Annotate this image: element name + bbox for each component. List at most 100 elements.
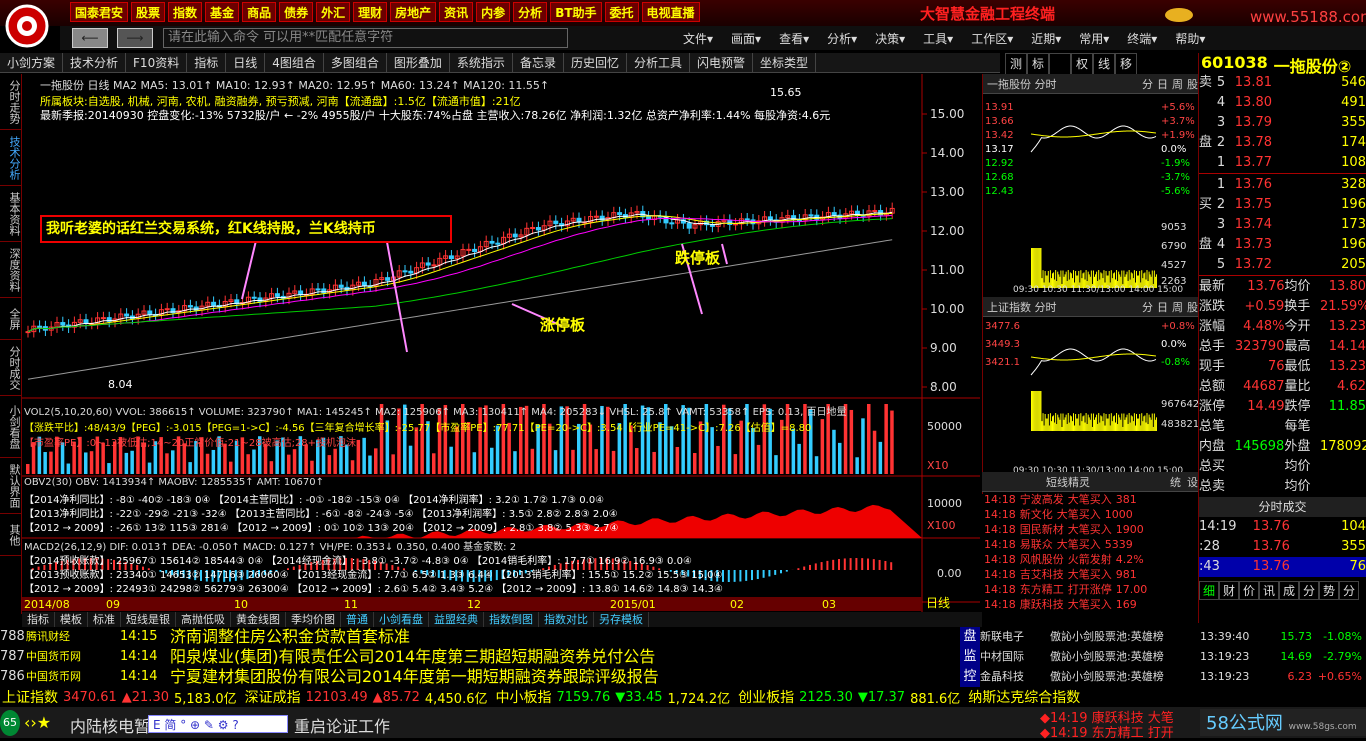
template-tab[interactable]: 季均价图 xyxy=(286,612,341,627)
order-book-row[interactable]: 113.76328 xyxy=(1199,175,1366,195)
app-logo-icon[interactable] xyxy=(2,2,60,48)
order-book-row[interactable]: 买213.75196 xyxy=(1199,195,1366,215)
index-name[interactable]: 深证成指 xyxy=(245,687,301,707)
rail-item[interactable]: 分时走势 xyxy=(0,74,22,130)
index-name[interactable]: 创业板指 xyxy=(738,687,794,707)
template-tab[interactable]: 黄金线图 xyxy=(231,612,286,627)
top-menu-item[interactable]: 电视直播 xyxy=(642,2,700,22)
short-spirit-row[interactable]: 14:18风帆股份火箭发射4.2% xyxy=(982,552,1198,567)
template-tab[interactable]: 普通 xyxy=(341,612,374,627)
mini-tab[interactable]: 股 xyxy=(1187,76,1198,92)
order-book-row[interactable]: 413.80491 xyxy=(1199,93,1366,113)
mini-tab[interactable]: 周 xyxy=(1172,76,1183,92)
top-menu-item[interactable]: 国泰君安 xyxy=(70,2,128,22)
mini-tab[interactable]: 分 xyxy=(1142,299,1153,315)
top-menu-item[interactable]: 指数 xyxy=(168,2,202,22)
short-spirit-row[interactable]: 14:18东方精工打开涨停17.00 xyxy=(982,582,1198,597)
toolbar-item[interactable]: 坐标类型 xyxy=(753,53,816,72)
monitor-side[interactable]: 控 xyxy=(960,667,980,687)
rail-item[interactable]: 基本资料 xyxy=(0,186,22,242)
right-toolbar-item[interactable]: 线 xyxy=(1093,53,1115,75)
toolbar-item[interactable]: 图形叠加 xyxy=(387,53,450,72)
monitor-side[interactable]: 监 xyxy=(960,647,980,667)
template-tab[interactable]: 模板 xyxy=(55,612,88,627)
short-spirit-tab[interactable]: 统 xyxy=(1170,474,1181,490)
toolbar-item[interactable]: 闪电预警 xyxy=(690,53,753,72)
order-book-row[interactable]: 卖513.81546 xyxy=(1199,73,1366,93)
right-toolbar-item[interactable] xyxy=(1049,53,1071,75)
short-spirit-row[interactable]: 14:18国民新材大笔买入1900 xyxy=(982,522,1198,537)
short-spirit-row[interactable]: 14:18易联众大笔买入5339 xyxy=(982,537,1198,552)
toolbar-item[interactable]: 分析工具 xyxy=(627,53,690,72)
top-menu-item[interactable]: 外汇 xyxy=(316,2,350,22)
rail-item[interactable]: 全屏 xyxy=(0,298,22,340)
top-menu-item[interactable]: 债券 xyxy=(279,2,313,22)
rail-item[interactable]: 默认界面 xyxy=(0,458,22,514)
rail-item[interactable]: 分时成交 xyxy=(0,340,22,396)
mini-tab[interactable]: 周 xyxy=(1172,299,1183,315)
menu-item[interactable]: 工具▾ xyxy=(923,30,953,47)
menu-item[interactable]: 近期▾ xyxy=(1031,30,1061,47)
stock-intraday-chart[interactable]: 13.9113.6613.4213.1712.9212.6812.43+5.6%… xyxy=(983,94,1199,294)
index-intraday-chart[interactable]: 3477.63449.33421.1+0.8%0.0%-0.8%96764248… xyxy=(983,317,1199,475)
toolbar-item[interactable]: 备忘录 xyxy=(513,53,564,72)
quote-tab[interactable]: 财 xyxy=(1219,581,1239,600)
top-menu-item[interactable]: 基金 xyxy=(205,2,239,22)
index-name[interactable]: 上证指数 xyxy=(2,687,58,707)
top-menu-item[interactable]: 委托 xyxy=(605,2,639,22)
quote-tab[interactable]: 细 xyxy=(1199,581,1219,600)
menu-item[interactable]: 帮助▾ xyxy=(1175,30,1205,47)
template-tab[interactable]: 指标 xyxy=(22,612,55,627)
menu-item[interactable]: 常用▾ xyxy=(1079,30,1109,47)
top-menu-item[interactable]: 房地产 xyxy=(390,2,436,22)
scroll-news[interactable]: 内陆核电暂 xyxy=(70,713,150,737)
index-name[interactable]: 中小板指 xyxy=(495,687,551,707)
command-input[interactable]: 请在此输入命令 可以用**匹配任意字符 xyxy=(163,28,568,48)
quote-tab[interactable]: 分 xyxy=(1299,581,1319,600)
order-book-row[interactable]: 313.79355 xyxy=(1199,113,1366,133)
template-tab[interactable]: 小剑看盘 xyxy=(374,612,429,627)
quote-tab[interactable]: 成 xyxy=(1279,581,1299,600)
mini-tab[interactable]: 分 xyxy=(1142,76,1153,92)
quote-tab[interactable]: 分 xyxy=(1339,581,1359,600)
news-row[interactable]: 786中国货币网14:14宁夏建材集团股份有限公司2014年度第一期短期融资券跟… xyxy=(0,667,1366,687)
right-toolbar-item[interactable]: 标 xyxy=(1027,53,1049,75)
news-row[interactable]: 788腾讯财经14:15济南调整住房公积金贷款首套标准盘新联电子傲訫小剑股票池:… xyxy=(0,627,1366,647)
menu-item[interactable]: 分析▾ xyxy=(827,30,857,47)
rail-item[interactable]: 深度资料 xyxy=(0,242,22,298)
template-tab[interactable]: 高抛低吸 xyxy=(176,612,231,627)
right-toolbar-item[interactable]: 测 xyxy=(1005,53,1027,75)
top-menu-item[interactable]: 商品 xyxy=(242,2,276,22)
top-menu-item[interactable]: 内参 xyxy=(476,2,510,22)
top-menu-item[interactable]: 资讯 xyxy=(439,2,473,22)
toolbar-item[interactable]: 系统指示 xyxy=(450,53,513,72)
rail-item[interactable]: 其他 xyxy=(0,514,22,556)
monitor-side[interactable]: 盘 xyxy=(960,627,980,647)
back-button[interactable]: ⟵ xyxy=(72,28,108,48)
order-book-row[interactable]: 113.77108 xyxy=(1199,153,1366,173)
order-book-row[interactable]: 313.74173 xyxy=(1199,215,1366,235)
mini-tab[interactable]: 股 xyxy=(1187,299,1198,315)
menu-item[interactable]: 决策▾ xyxy=(875,30,905,47)
menu-item[interactable]: 终端▾ xyxy=(1127,30,1157,47)
quote-tab[interactable]: 价 xyxy=(1239,581,1259,600)
right-toolbar-item[interactable]: 权 xyxy=(1071,53,1093,75)
toolbar-item[interactable]: 日线 xyxy=(226,53,265,72)
menu-item[interactable]: 文件▾ xyxy=(683,30,713,47)
quote-tab[interactable]: 讯 xyxy=(1259,581,1279,600)
short-spirit-row[interactable]: 14:18康跃科技大笔买入169 xyxy=(982,597,1198,612)
rail-item[interactable]: 小剑看盘 xyxy=(0,396,22,458)
top-menu-item[interactable]: 理财 xyxy=(353,2,387,22)
toolbar-item[interactable]: 4图组合 xyxy=(265,53,324,72)
forward-button[interactable]: ⟶ xyxy=(117,28,153,48)
ime-toolbar[interactable]: E 简 ° ⊕ ✎ ⚙ ? xyxy=(148,715,288,733)
template-tab[interactable]: 标准 xyxy=(88,612,121,627)
rail-item[interactable]: 技术分析 xyxy=(0,130,22,186)
template-tab[interactable]: 益盟经典 xyxy=(429,612,484,627)
toolbar-item[interactable]: F10资料 xyxy=(126,53,187,72)
top-menu-item[interactable]: 股票 xyxy=(131,2,165,22)
mini-tab[interactable]: 日 xyxy=(1157,299,1168,315)
short-spirit-row[interactable]: 14:18新文化大笔买入1000 xyxy=(982,507,1198,522)
toolbar-item[interactable]: 小剑方案 xyxy=(0,53,63,72)
index-name[interactable]: 纳斯达克综合指数 xyxy=(968,687,1080,707)
